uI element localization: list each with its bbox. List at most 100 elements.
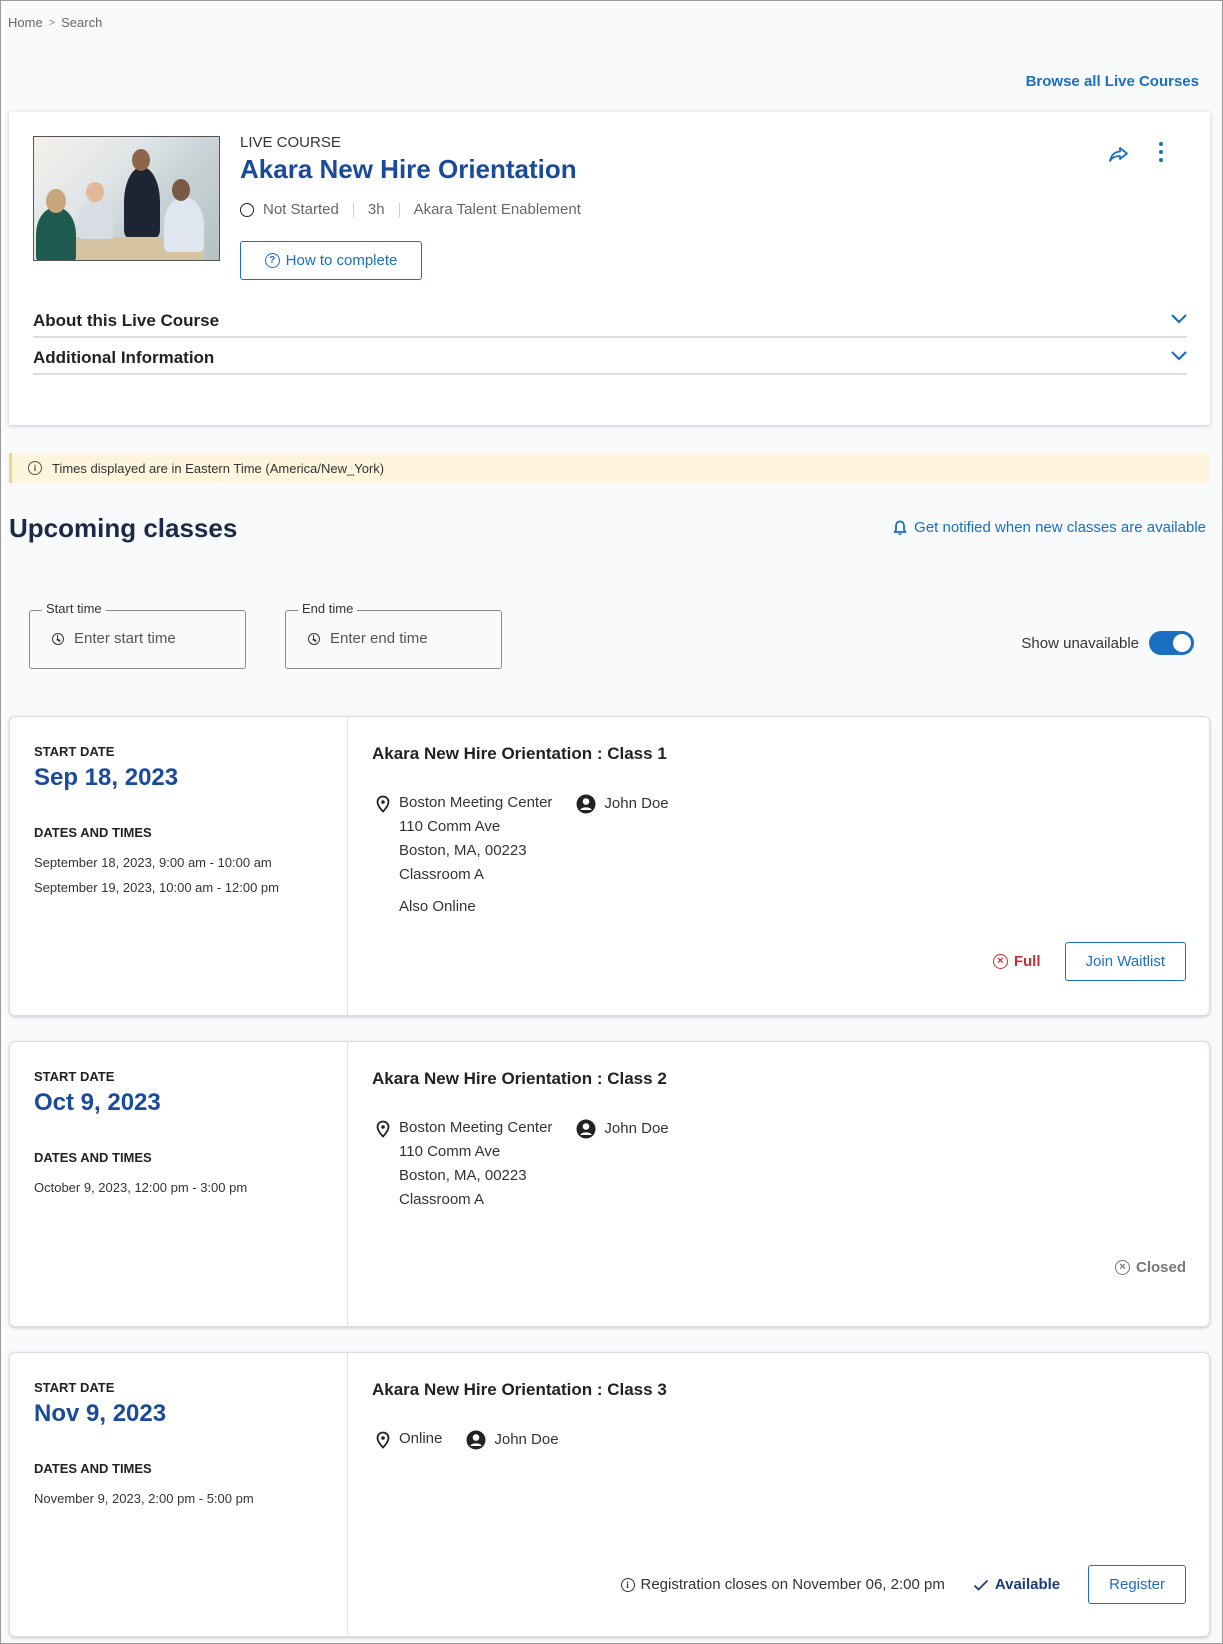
breadcrumb-search[interactable]: Search [61,15,102,30]
class-date-panel: START DATE Oct 9, 2023 DATES AND TIMES O… [10,1042,348,1326]
start-date-value: Nov 9, 2023 [34,1400,167,1427]
status-badge: Available [973,1576,1060,1593]
dates-and-times-label: DATES AND TIMES [34,825,152,840]
clock-icon [308,632,320,645]
register-button[interactable]: Register [1088,1565,1186,1604]
start-date-label: START DATE [34,1380,115,1395]
class-instructor: John Doe [466,1430,559,1451]
get-notified-link[interactable]: Get notified when new classes are availa… [893,519,1206,536]
accordion-about[interactable]: About this Live Course [33,302,1187,338]
user-avatar-icon [576,1119,596,1139]
session-time: September 19, 2023, 10:00 am - 12:00 pm [34,880,279,895]
dates-and-times-label: DATES AND TIMES [34,1150,152,1165]
accordion-additional-info-label: Additional Information [33,348,215,367]
meta-divider [352,202,354,217]
join-waitlist-button[interactable]: Join Waitlist [1064,942,1186,981]
registration-note-text: Registration closes on November 06, 2:00… [640,1576,945,1593]
chevron-down-icon [1171,314,1187,324]
registration-note: i Registration closes on November 06, 2:… [620,1576,945,1593]
class-location: Boston Meeting Center 110 Comm Ave Bosto… [376,1119,552,1212]
class-details: Boston Meeting Center 110 Comm Ave Bosto… [376,1119,669,1212]
x-circle-icon: × [1114,1260,1130,1275]
class-card: START DATE Sep 18, 2023 DATES AND TIMES … [9,716,1210,1016]
clock-icon [52,632,64,645]
start-date-label: START DATE [34,744,115,759]
status-badge: × Closed [1114,1259,1186,1276]
breadcrumb-home[interactable]: Home [8,15,43,30]
x-circle-icon: × [992,954,1008,969]
class-actions: i Registration closes on November 06, 2:… [620,1565,1186,1604]
upcoming-classes-title: Upcoming classes [9,513,238,543]
show-unavailable-label: Show unavailable [1021,634,1139,652]
start-date-value: Oct 9, 2023 [34,1089,161,1116]
also-online-text: Also Online [399,898,476,915]
course-header-card: LIVE COURSE Akara New Hire Orientation N… [9,112,1210,425]
how-to-complete-label: How to complete [285,252,398,269]
info-icon: i [28,461,42,475]
location-line: Boston, MA, 00223 [399,842,527,859]
class-name: Akara New Hire Orientation : Class 2 [372,1069,667,1088]
end-time-input[interactable] [330,630,480,647]
course-thumbnail-image [33,136,220,261]
location-pin-icon [376,1120,390,1138]
dates-and-times-list: October 9, 2023, 12:00 pm - 3:00 pm [34,1175,247,1200]
session-time: September 18, 2023, 9:00 am - 10:00 am [34,855,272,870]
instructor-name: John Doe [604,1120,669,1137]
session-time: November 9, 2023, 2:00 pm - 5:00 pm [34,1491,254,1506]
class-date-panel: START DATE Sep 18, 2023 DATES AND TIMES … [10,717,348,1015]
location-line: Classroom A [399,1191,485,1208]
class-name: Akara New Hire Orientation : Class 3 [372,1380,667,1399]
end-time-field: End time [285,601,502,669]
status-text: Closed [1135,1259,1186,1276]
user-avatar-icon [576,794,596,814]
course-meta: Not Started 3h Akara Talent Enablement [240,201,581,218]
user-avatar-icon [466,1430,486,1450]
class-instructor: John Doe [576,794,669,919]
get-notified-label: Get notified when new classes are availa… [914,519,1206,536]
show-unavailable-toggle[interactable] [1149,631,1194,655]
class-card: START DATE Nov 9, 2023 DATES AND TIMES N… [9,1352,1210,1637]
dates-and-times-list: September 18, 2023, 9:00 am - 10:00 am S… [34,850,279,900]
start-time-label: Start time [42,601,106,616]
share-icon[interactable] [1109,146,1129,162]
course-type-label: LIVE COURSE [240,134,341,151]
class-instructor: John Doe [576,1119,669,1212]
class-details: Boston Meeting Center 110 Comm Ave Bosto… [376,794,669,919]
breadcrumb-separator: > [48,16,56,29]
class-location: Online [376,1430,442,1451]
status-text: Available [994,1576,1061,1593]
class-actions: × Full Join Waitlist [992,942,1186,981]
browse-all-live-courses-link[interactable]: Browse all Live Courses [1026,73,1199,90]
bell-icon [893,520,907,535]
end-time-label: End time [298,601,358,616]
location-pin-icon [376,1431,390,1449]
start-time-input[interactable] [74,630,224,647]
show-unavailable-control: Show unavailable [1021,631,1194,655]
more-vertical-icon[interactable] [1157,142,1165,162]
start-date-value: Sep 18, 2023 [34,764,179,791]
instructor-name: John Doe [604,795,669,812]
status-badge: × Full [992,953,1041,970]
location-line: 110 Comm Ave [399,818,501,835]
accordion-additional-info[interactable]: Additional Information [33,339,1187,375]
location-pin-icon [376,795,390,813]
class-card: START DATE Oct 9, 2023 DATES AND TIMES O… [9,1041,1210,1327]
location-line: 110 Comm Ave [399,1143,501,1160]
how-to-complete-button[interactable]: ? How to complete [240,241,422,280]
class-location: Boston Meeting Center 110 Comm Ave Bosto… [376,794,552,919]
start-time-field: Start time [29,601,246,669]
timezone-text: Times displayed are in Eastern Time (Ame… [52,460,385,476]
instructor-name: John Doe [494,1431,559,1448]
status-circle-icon [240,202,254,217]
location-line: Boston Meeting Center [399,794,553,811]
class-date-panel: START DATE Nov 9, 2023 DATES AND TIMES N… [10,1353,348,1636]
breadcrumb: Home > Search [8,15,102,30]
location-line: Online [399,1430,443,1447]
course-duration: 3h [367,201,385,218]
help-circle-icon: ? [264,253,280,268]
checkmark-icon [973,1579,988,1591]
dates-and-times-label: DATES AND TIMES [34,1461,152,1476]
start-date-label: START DATE [34,1069,115,1084]
class-details: Online John Doe [376,1430,559,1451]
location-line: Classroom A [399,866,485,883]
